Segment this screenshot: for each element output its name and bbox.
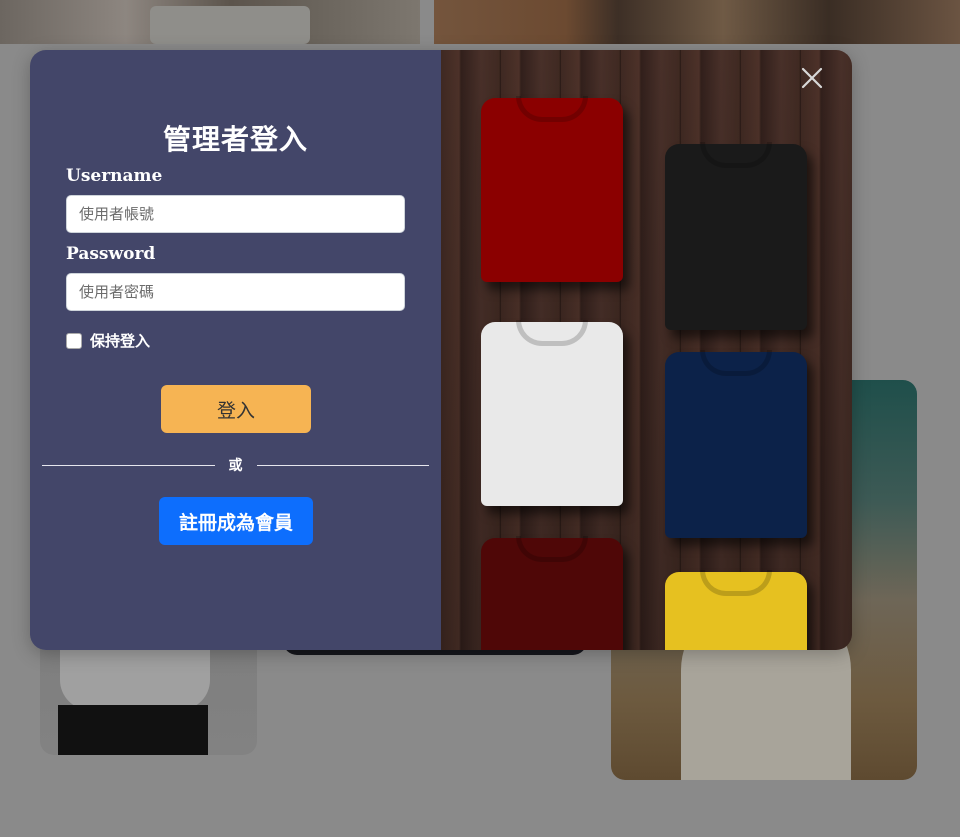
login-button[interactable]: 登入 xyxy=(161,385,311,433)
username-label: Username xyxy=(66,166,163,186)
black-tshirt xyxy=(665,142,807,330)
tshirts-showcase-image xyxy=(441,50,852,650)
remember-label: 保持登入 xyxy=(90,332,151,350)
remember-checkbox[interactable] xyxy=(66,332,82,349)
login-modal: 管理者登入 Username Password 保持登入 登入 或 註冊成為會員 xyxy=(30,50,852,650)
divider-line-left xyxy=(42,464,215,466)
product-photo-wardrobe xyxy=(434,0,960,44)
password-input[interactable] xyxy=(66,273,405,311)
maroon-tshirt xyxy=(481,536,623,650)
remember-me[interactable]: 保持登入 xyxy=(66,330,150,351)
product-photo-bedroom xyxy=(0,0,420,44)
navy-tshirt xyxy=(665,350,807,538)
product-legs-shape xyxy=(58,705,208,755)
close-icon xyxy=(801,67,823,89)
password-label: Password xyxy=(66,244,156,264)
username-input[interactable] xyxy=(66,195,405,233)
or-divider: 或 xyxy=(42,455,429,475)
yellow-tshirt xyxy=(665,570,807,650)
login-form-panel: 管理者登入 Username Password 保持登入 登入 或 註冊成為會員 xyxy=(30,50,441,650)
close-button[interactable] xyxy=(798,64,826,92)
white-tshirt xyxy=(481,320,623,506)
divider-line-right xyxy=(256,464,429,466)
modal-title: 管理者登入 xyxy=(162,123,308,156)
red-tshirt xyxy=(481,96,623,282)
register-button[interactable]: 註冊成為會員 xyxy=(159,497,313,545)
divider-text: 或 xyxy=(228,458,243,474)
